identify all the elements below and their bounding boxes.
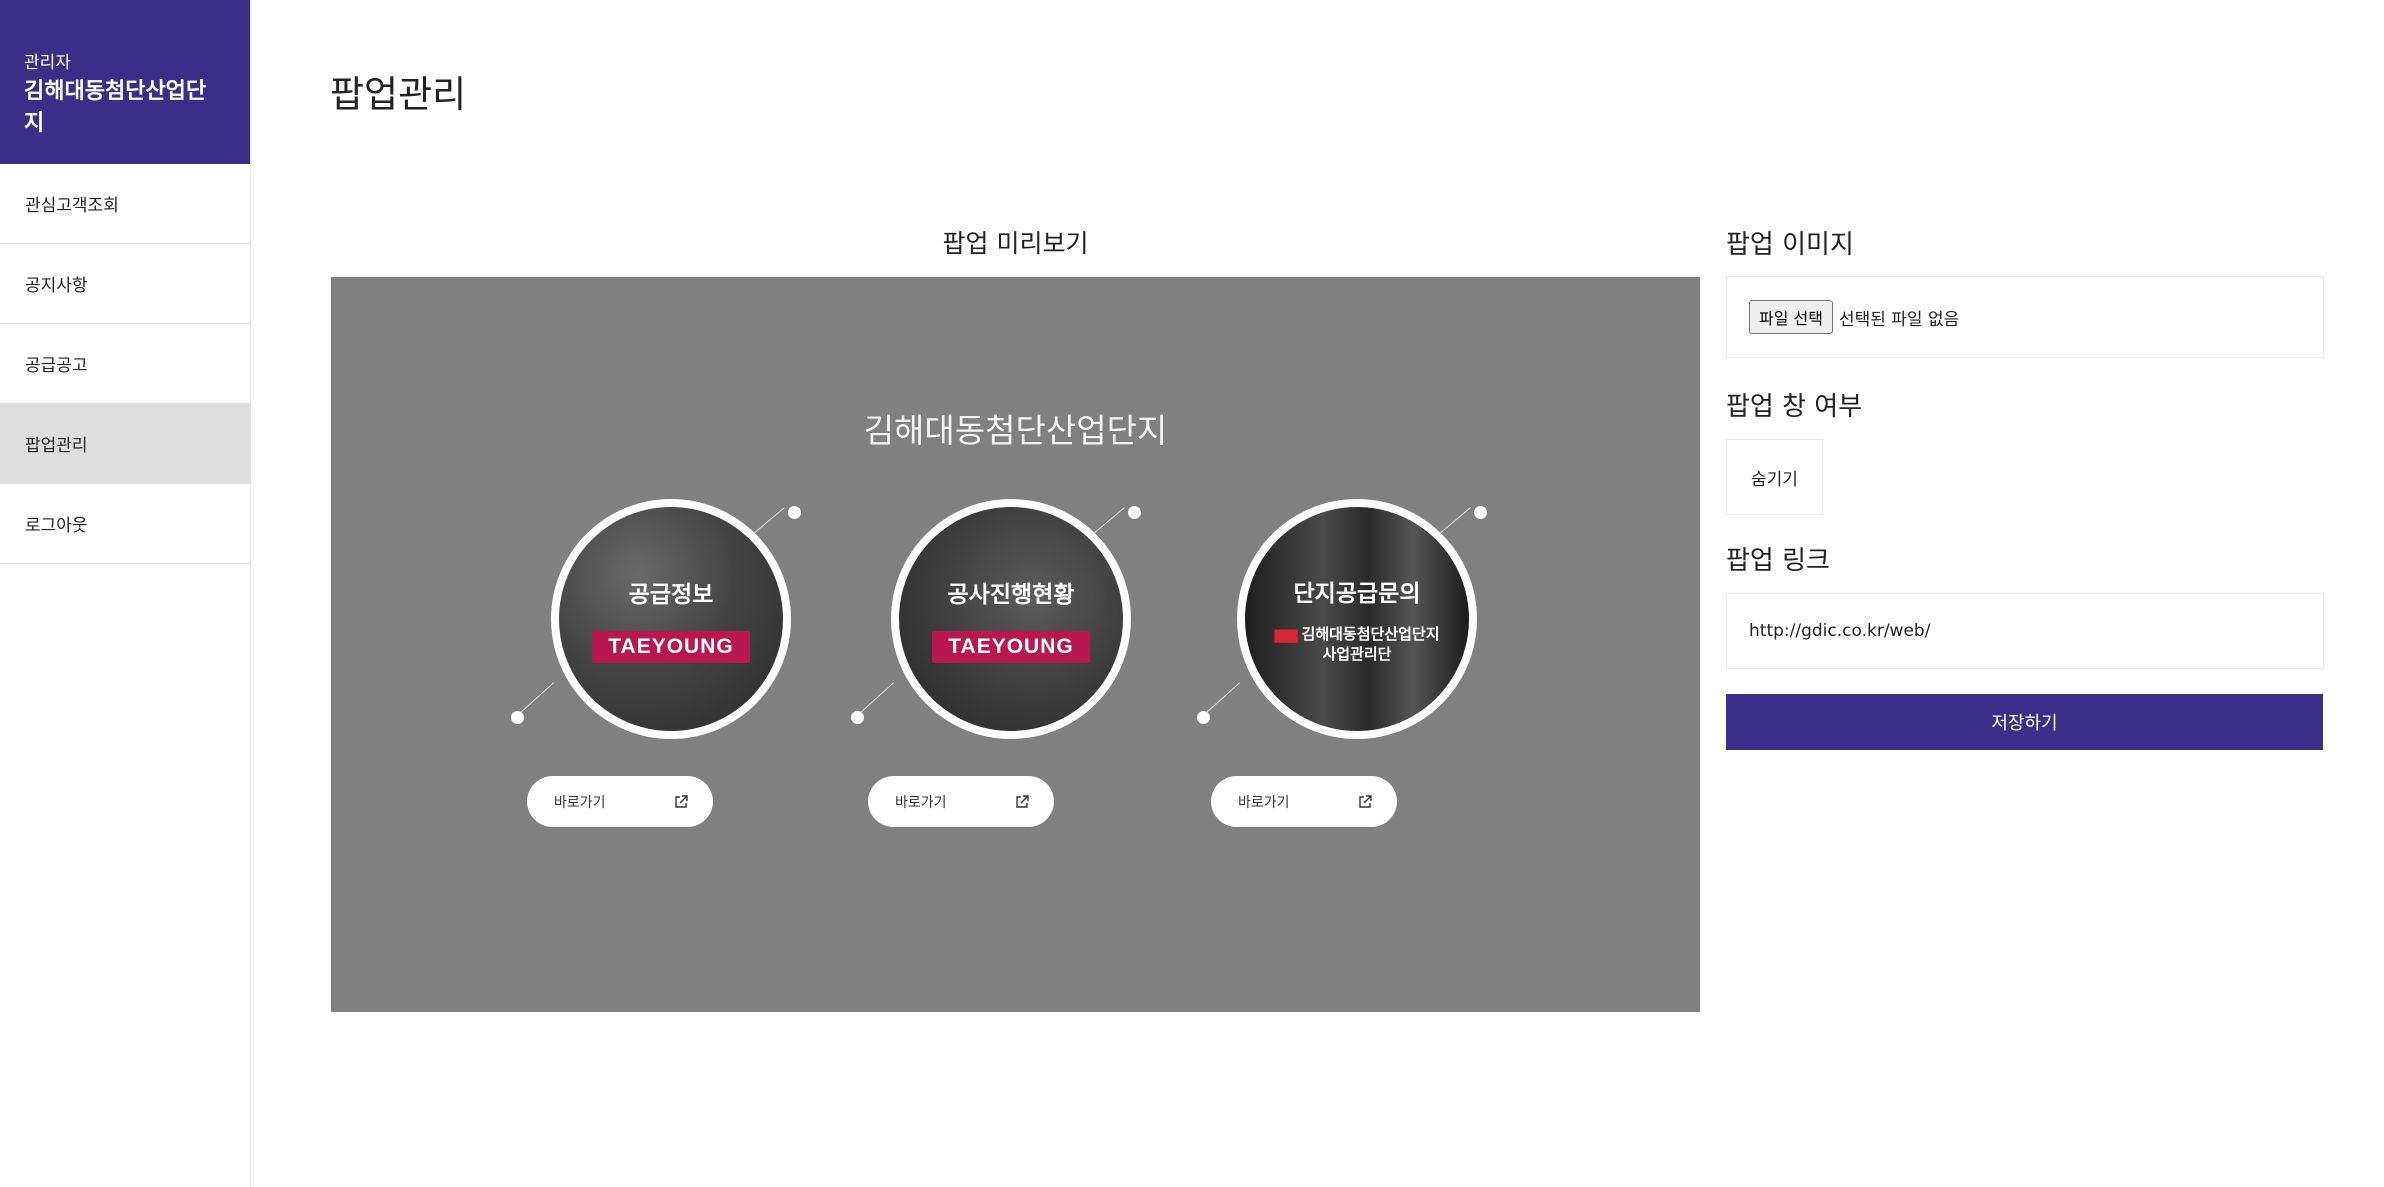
go-button-label: 바로가기 bbox=[895, 794, 947, 811]
page-title: 팝업관리 bbox=[330, 73, 467, 116]
sidebar-item-logout[interactable]: 로그아웃 bbox=[0, 484, 250, 564]
save-button[interactable]: 저장하기 bbox=[1726, 694, 2323, 750]
brand-name: 김해대동첨단산업단지 bbox=[24, 79, 207, 136]
choose-file-button[interactable]: 파일 선택 bbox=[1749, 300, 1833, 334]
sidebar-item-notices[interactable]: 공지사항 bbox=[0, 244, 250, 324]
brand-subtitle: 관리자 bbox=[24, 53, 71, 73]
file-status: 선택된 파일 없음 bbox=[1838, 309, 1960, 330]
sidebar-item-supply-announcements[interactable]: 공급공고 bbox=[0, 324, 250, 404]
popup-image-label: 팝업 이미지 bbox=[1726, 230, 1854, 260]
sidebar-item-interested-customers[interactable]: 관심고객조회 bbox=[0, 164, 250, 244]
external-link-icon bbox=[1016, 794, 1029, 808]
file-upload-field: 파일 선택 선택된 파일 없음 bbox=[1726, 276, 2324, 358]
go-button[interactable]: 바로가기 bbox=[1211, 776, 1397, 827]
taeyoung-logo: TAEYOUNG bbox=[592, 631, 750, 663]
decor-dot bbox=[788, 506, 801, 519]
popup-link-label: 팝업 링크 bbox=[1726, 546, 1830, 576]
popup-heading: 김해대동첨단산업단지 bbox=[863, 411, 1168, 450]
card-image: 공사진행현황 TAEYOUNG bbox=[899, 507, 1123, 731]
popup-link-input[interactable] bbox=[1726, 593, 2324, 669]
org-logo: ▆▆ 김해대동첨단산업단지 사업관리단 bbox=[1274, 624, 1439, 664]
go-button-label: 바로가기 bbox=[554, 794, 606, 811]
card-circle: 공급정보 TAEYOUNG bbox=[551, 499, 791, 739]
card-title: 단지공급문의 bbox=[1293, 581, 1421, 607]
popup-preview: 김해대동첨단산업단지 공급정보 TAEYOUNG 바로가기 공사진행현황 TAE… bbox=[331, 277, 1700, 1012]
card-image: 공급정보 TAEYOUNG bbox=[559, 507, 783, 731]
card-title: 공급정보 bbox=[628, 582, 714, 608]
decor-dot bbox=[1197, 711, 1210, 724]
card-image: 단지공급문의 ▆▆ 김해대동첨단산업단지 사업관리단 bbox=[1245, 507, 1469, 731]
external-link-icon bbox=[1359, 794, 1372, 808]
card-circle: 공사진행현황 TAEYOUNG bbox=[891, 499, 1131, 739]
sidebar-item-popup-management[interactable]: 팝업관리 bbox=[0, 404, 250, 484]
taeyoung-logo: TAEYOUNG bbox=[932, 631, 1090, 663]
preview-card-supply-info: 공급정보 TAEYOUNG 바로가기 bbox=[505, 499, 805, 869]
org-mark: ▆▆ bbox=[1274, 625, 1298, 643]
visibility-toggle[interactable]: 숨기기 bbox=[1726, 439, 1823, 515]
card-title: 공사진행현황 bbox=[947, 582, 1075, 608]
sidebar-brand: 관리자 김해대동첨단산업단지 bbox=[0, 0, 250, 164]
decor-dot bbox=[1128, 506, 1141, 519]
decor-dot bbox=[851, 711, 864, 724]
go-button[interactable]: 바로가기 bbox=[868, 776, 1054, 827]
preview-card-construction-status: 공사진행현황 TAEYOUNG 바로가기 bbox=[845, 499, 1145, 869]
preview-title: 팝업 미리보기 bbox=[942, 229, 1089, 258]
go-button[interactable]: 바로가기 bbox=[527, 776, 713, 827]
decor-dot bbox=[511, 711, 524, 724]
popup-visibility-label: 팝업 창 여부 bbox=[1726, 392, 1863, 422]
decor-dot bbox=[1474, 506, 1487, 519]
go-button-label: 바로가기 bbox=[1238, 794, 1290, 811]
external-link-icon bbox=[675, 794, 688, 808]
card-circle: 단지공급문의 ▆▆ 김해대동첨단산업단지 사업관리단 bbox=[1237, 499, 1477, 739]
org-unit: 사업관리단 bbox=[1322, 645, 1392, 663]
sidebar: 관리자 김해대동첨단산업단지 관심고객조회 공지사항 공급공고 팝업관리 로그아… bbox=[0, 0, 251, 1187]
preview-card-complex-inquiry: 단지공급문의 ▆▆ 김해대동첨단산업단지 사업관리단 바로가기 bbox=[1191, 499, 1491, 869]
org-name: 김해대동첨단산업단지 bbox=[1301, 625, 1440, 643]
